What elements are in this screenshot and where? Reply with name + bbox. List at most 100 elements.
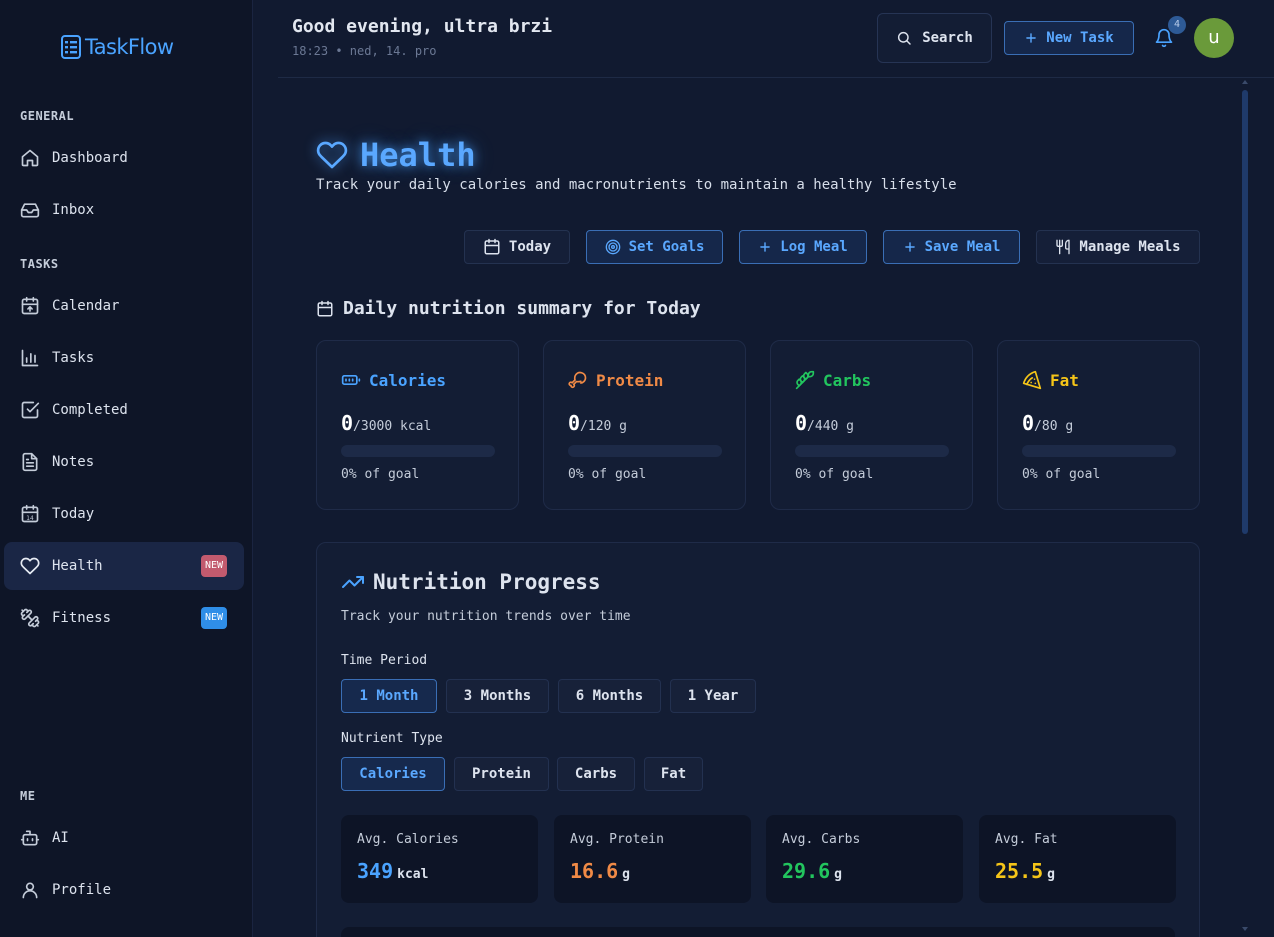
nav-section-general: GENERAL xyxy=(20,109,75,123)
page-subtitle: Track your daily calories and macronutri… xyxy=(316,177,957,193)
sidebar-item-dashboard[interactable]: Dashboard xyxy=(4,134,244,182)
sidebar-item-tasks[interactable]: Tasks xyxy=(4,334,244,382)
nutrition-progress-panel: Nutrition Progress Track your nutrition … xyxy=(316,542,1200,937)
macro-card-value: 0/120 g xyxy=(568,411,627,435)
nutrient-type-carbs[interactable]: Carbs xyxy=(557,757,635,791)
avg-stat-number: 349 xyxy=(357,859,394,883)
time-period-3-months[interactable]: 3 Months xyxy=(446,679,549,713)
macro-card-title: Carbs xyxy=(823,370,872,390)
macro-card-header: Fat xyxy=(1022,370,1079,390)
nutrition-chart-container xyxy=(341,927,1175,937)
sidebar-item-health[interactable]: Health NEW xyxy=(4,542,244,590)
carbs-card: Carbs 0/440 g 0% of goal xyxy=(770,340,973,510)
macro-card-header: Calories xyxy=(341,370,446,390)
nutrient-type-protein[interactable]: Protein xyxy=(454,757,549,791)
app-logo[interactable]: TaskFlow xyxy=(61,33,174,61)
svg-text:14: 14 xyxy=(26,516,34,522)
avg-stat-number: 16.6 xyxy=(570,859,619,883)
today-button-label: Today xyxy=(508,239,552,255)
calendar-arrow-icon xyxy=(21,296,39,315)
time-period-label: Time Period xyxy=(341,653,428,668)
sidebar-item-completed[interactable]: Completed xyxy=(4,386,244,434)
avg-fat-card: Avg. Fat 25.5 g xyxy=(979,815,1176,903)
nutrition-progress-subtitle: Track your nutrition trends over time xyxy=(341,609,631,624)
sidebar-item-ai[interactable]: AI xyxy=(4,814,244,862)
avg-stat-value: 29.6 g xyxy=(782,859,842,883)
protein-card: Protein 0/120 g 0% of goal xyxy=(543,340,746,510)
checklist-logo-icon xyxy=(61,35,81,59)
inbox-icon xyxy=(20,203,40,218)
target-icon xyxy=(605,239,620,255)
scroll-down-arrow[interactable] xyxy=(1242,927,1248,931)
time-period-1-month[interactable]: 1 Month xyxy=(341,679,437,713)
macro-percent-label: 0% of goal xyxy=(341,467,420,482)
time-period-6-months[interactable]: 6 Months xyxy=(558,679,661,713)
sidebar-item-label: Fitness xyxy=(52,610,112,626)
macro-goal-value: /80 g xyxy=(1034,419,1074,434)
macro-card-title: Protein xyxy=(596,370,664,390)
nutrient-type-label: Nutrient Type xyxy=(341,731,443,746)
scroll-thumb[interactable] xyxy=(1242,90,1248,534)
avg-stat-value: 16.6 g xyxy=(570,859,630,883)
scroll-up-arrow[interactable] xyxy=(1242,80,1248,84)
log-meal-label: Log Meal xyxy=(780,239,848,255)
nutrition-progress-title-text: Nutrition Progress xyxy=(373,570,601,594)
sidebar-item-label: Dashboard xyxy=(52,150,128,166)
file-text-icon xyxy=(22,452,38,472)
nav-section-me: ME xyxy=(20,789,36,803)
log-meal-button[interactable]: Log Meal xyxy=(739,230,867,264)
main-scrollbar[interactable] xyxy=(1240,80,1250,937)
sidebar-item-inbox[interactable]: Inbox xyxy=(4,186,244,234)
manage-meals-label: Manage Meals xyxy=(1079,239,1181,255)
daily-summary-title-text: Daily nutrition summary for Today xyxy=(343,298,701,319)
macro-current-value: 0 xyxy=(568,411,581,435)
avg-stat-unit: g xyxy=(622,867,630,882)
macro-card-header: Carbs xyxy=(795,370,871,390)
sidebar-item-label: Health xyxy=(52,558,103,574)
sidebar-item-today[interactable]: 14 Today xyxy=(4,490,244,538)
sidebar-item-label: Today xyxy=(52,506,95,522)
sidebar-item-notes[interactable]: Notes xyxy=(4,438,244,486)
macro-current-value: 0 xyxy=(795,411,808,435)
avg-stat-number: 25.5 xyxy=(995,859,1044,883)
avg-stat-unit: g xyxy=(1047,867,1055,882)
sidebar: TaskFlow GENERAL Dashboard Inbox TASKS C… xyxy=(0,0,253,937)
sidebar-item-label: AI xyxy=(52,830,69,846)
daily-summary-title: Daily nutrition summary for Today xyxy=(316,298,701,319)
nutrient-type-fat[interactable]: Fat xyxy=(644,757,703,791)
pizza-icon xyxy=(1022,370,1042,390)
macro-current-value: 0 xyxy=(341,411,354,435)
avg-stat-value: 25.5 g xyxy=(995,859,1055,883)
calendar-icon xyxy=(317,300,333,316)
sidebar-item-label: Completed xyxy=(52,402,128,418)
trending-up-icon xyxy=(342,576,364,588)
plus-icon xyxy=(1026,33,1037,43)
sidebar-item-calendar[interactable]: Calendar xyxy=(4,282,244,330)
search-button[interactable]: Search xyxy=(877,13,992,63)
calories-card: Calories 0/3000 kcal 0% of goal xyxy=(316,340,519,510)
fat-card: Fat 0/80 g 0% of goal xyxy=(997,340,1200,510)
notification-count-badge: 4 xyxy=(1168,16,1186,34)
calendar-icon xyxy=(484,238,500,255)
avg-protein-card: Avg. Protein 16.6 g xyxy=(554,815,751,903)
avg-stat-label: Avg. Calories xyxy=(357,832,459,847)
utensils-icon xyxy=(1056,239,1071,255)
macro-percent-label: 0% of goal xyxy=(568,467,647,482)
macro-progress-bar xyxy=(1022,445,1176,457)
user-icon xyxy=(22,882,38,899)
macro-card-value: 0/80 g xyxy=(1022,411,1073,435)
save-meal-button[interactable]: Save Meal xyxy=(883,230,1020,264)
sidebar-item-profile[interactable]: Profile xyxy=(4,866,244,914)
avatar[interactable]: u xyxy=(1194,18,1234,58)
nutrient-type-calories[interactable]: Calories xyxy=(341,757,445,791)
today-button[interactable]: Today xyxy=(464,230,570,264)
macro-card-header: Protein xyxy=(568,370,663,390)
sidebar-item-fitness[interactable]: Fitness NEW xyxy=(4,594,244,642)
manage-meals-button[interactable]: Manage Meals xyxy=(1036,230,1200,264)
drumstick-icon xyxy=(568,371,587,389)
macro-card-title: Fat xyxy=(1050,370,1079,390)
new-task-button[interactable]: New Task xyxy=(1004,21,1134,55)
time-period-1-year[interactable]: 1 Year xyxy=(670,679,756,713)
set-goals-button[interactable]: Set Goals xyxy=(586,230,723,264)
search-label: Search xyxy=(922,30,973,46)
